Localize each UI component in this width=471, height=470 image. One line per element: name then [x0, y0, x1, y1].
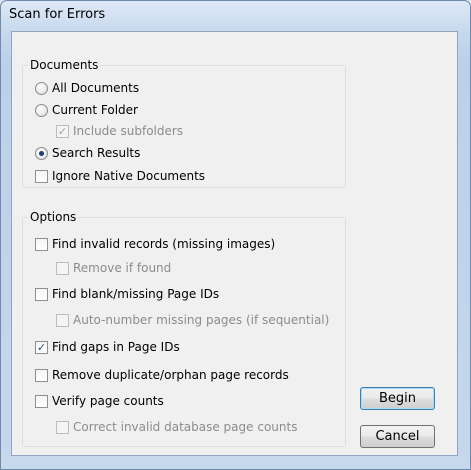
remove-if-found-checkbox-row[interactable]: Remove if found	[56, 259, 171, 277]
current-folder-label[interactable]: Current Folder	[52, 101, 138, 119]
remove-duplicate-checkbox[interactable]	[35, 368, 48, 382]
current-folder-radio[interactable]	[35, 103, 48, 117]
include-subfolders-checkbox[interactable]: ✓	[56, 124, 69, 138]
all-documents-radio-row[interactable]: All Documents	[35, 79, 139, 97]
correct-invalid-checkbox-row[interactable]: Correct invalid database page counts	[56, 418, 297, 436]
remove-duplicate-checkbox-row[interactable]: Remove duplicate/orphan page records	[35, 366, 289, 384]
find-invalid-records-checkbox-row[interactable]: Find invalid records (missing images)	[35, 235, 275, 253]
find-blank-page-ids-checkbox[interactable]	[35, 287, 48, 301]
dialog-client-area: Documents All Documents Current Folder ✓…	[11, 31, 458, 456]
options-group: Options Find invalid records (missing im…	[22, 210, 346, 447]
verify-page-counts-checkbox[interactable]	[35, 394, 48, 408]
verify-page-counts-label[interactable]: Verify page counts	[52, 392, 164, 410]
auto-number-checkbox[interactable]	[56, 313, 69, 327]
begin-button[interactable]: Begin	[360, 387, 435, 410]
find-gaps-checkbox[interactable]: ✓	[35, 340, 48, 354]
options-group-title: Options	[28, 210, 79, 224]
window-title: Scan for Errors	[9, 7, 106, 22]
cancel-button[interactable]: Cancel	[360, 425, 435, 448]
search-results-radio-row[interactable]: Search Results	[35, 144, 140, 162]
auto-number-label: Auto-number missing pages (if sequential…	[73, 313, 330, 327]
verify-page-counts-checkbox-row[interactable]: Verify page counts	[35, 392, 164, 410]
correct-invalid-label: Correct invalid database page counts	[73, 420, 298, 434]
search-results-label[interactable]: Search Results	[52, 144, 140, 162]
documents-group-title: Documents	[28, 58, 101, 72]
all-documents-radio[interactable]	[35, 81, 48, 95]
find-invalid-records-checkbox[interactable]	[35, 237, 48, 251]
remove-if-found-label: Remove if found	[73, 261, 172, 275]
documents-group: Documents All Documents Current Folder ✓…	[22, 58, 346, 188]
search-results-radio[interactable]	[35, 146, 48, 160]
find-gaps-label[interactable]: Find gaps in Page IDs	[52, 338, 180, 356]
all-documents-label[interactable]: All Documents	[52, 79, 139, 97]
remove-if-found-checkbox[interactable]	[56, 261, 69, 275]
auto-number-checkbox-row[interactable]: Auto-number missing pages (if sequential…	[56, 311, 329, 329]
find-invalid-records-label[interactable]: Find invalid records (missing images)	[52, 235, 275, 253]
find-blank-page-ids-label[interactable]: Find blank/missing Page IDs	[52, 285, 219, 303]
correct-invalid-checkbox[interactable]	[56, 420, 69, 434]
ignore-native-label[interactable]: Ignore Native Documents	[52, 167, 205, 185]
ignore-native-checkbox[interactable]	[35, 169, 48, 183]
remove-duplicate-label[interactable]: Remove duplicate/orphan page records	[52, 366, 289, 384]
include-subfolders-checkbox-row[interactable]: ✓ Include subfolders	[56, 122, 183, 140]
ignore-native-checkbox-row[interactable]: Ignore Native Documents	[35, 167, 205, 185]
find-gaps-checkbox-row[interactable]: ✓ Find gaps in Page IDs	[35, 338, 180, 356]
include-subfolders-label: Include subfolders	[73, 124, 184, 138]
find-blank-page-ids-checkbox-row[interactable]: Find blank/missing Page IDs	[35, 285, 219, 303]
dialog-window: Scan for Errors Documents All Documents …	[0, 0, 471, 470]
current-folder-radio-row[interactable]: Current Folder	[35, 101, 138, 119]
